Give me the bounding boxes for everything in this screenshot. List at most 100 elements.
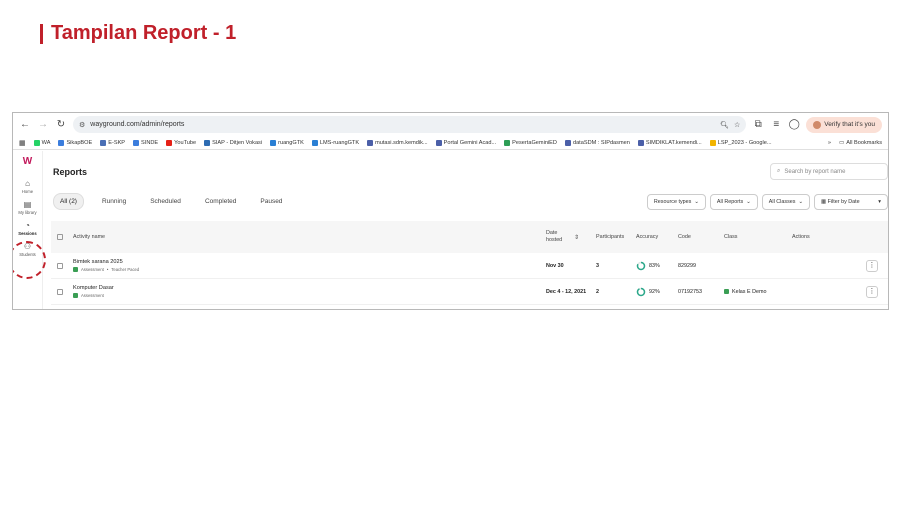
chevron-down-icon: ⌄ bbox=[746, 199, 751, 205]
tab-running[interactable]: Running bbox=[96, 194, 132, 209]
tab-completed[interactable]: Completed bbox=[199, 194, 242, 209]
address-bar[interactable]: ⚙ wayground.com/admin/reports 🔍︎ ☆ bbox=[73, 116, 747, 133]
favicon-icon bbox=[564, 139, 571, 146]
bookmark-item[interactable]: SINDE bbox=[133, 139, 158, 146]
bookmark-item[interactable]: E-SKP bbox=[100, 139, 125, 146]
class-name[interactable]: Kelas E Demo bbox=[732, 289, 766, 295]
bookmark-item[interactable]: YouTube bbox=[166, 139, 196, 146]
bookmark-item[interactable]: LMS-ruangGTK bbox=[311, 139, 359, 146]
reports-main: Reports ⌕ Search by report name All (2) … bbox=[43, 151, 888, 309]
slide-title: Tampilan Report - 1 bbox=[40, 22, 236, 45]
activity-name[interactable]: Komputer Dasar bbox=[73, 285, 546, 291]
page-title: Reports bbox=[53, 167, 88, 177]
search-icon: ⌕ bbox=[777, 168, 781, 174]
verify-label: Verify that it's you bbox=[824, 121, 875, 128]
browser-toolbar: ← → ↻ ⚙ wayground.com/admin/reports 🔍︎ ☆… bbox=[13, 113, 888, 136]
favicon-icon bbox=[33, 139, 40, 146]
favicon-icon bbox=[100, 139, 107, 146]
filter-by-date-dropdown[interactable]: ▦ Filter by Date ▾ bbox=[814, 194, 888, 210]
avatar bbox=[813, 120, 822, 129]
verify-button[interactable]: Verify that it's you bbox=[806, 116, 882, 133]
sessions-highlight-circle bbox=[13, 241, 46, 279]
more-bookmarks-icon[interactable]: » bbox=[828, 140, 831, 146]
date-hosted: Dec 4 - 12, 2021 bbox=[546, 288, 587, 295]
table-row[interactable]: Komputer Dasar Assessment Dec 4 - 12, 20… bbox=[51, 279, 888, 305]
filter-bar: Resource types ⌄ All Reports ⌄ All Classes… bbox=[646, 194, 888, 210]
resource-types-dropdown[interactable]: Resource types ⌄ bbox=[646, 194, 706, 210]
profile-icon[interactable]: ◯ bbox=[788, 119, 800, 131]
class-icon bbox=[724, 289, 729, 294]
more-options-icon[interactable]: ⋮ bbox=[866, 259, 878, 272]
accuracy-ring bbox=[636, 287, 646, 296]
participants-count: 3 bbox=[596, 262, 599, 269]
bookmark-item[interactable]: LSP_2023 - Google... bbox=[709, 139, 772, 146]
library-icon: ▤ bbox=[23, 200, 32, 209]
reload-icon[interactable]: ↻ bbox=[55, 119, 67, 131]
sidebar-item-home[interactable]: ⌂ Home bbox=[22, 179, 33, 194]
apps-icon[interactable]: ▦ bbox=[19, 139, 26, 147]
favicon-icon bbox=[435, 139, 442, 146]
sidebar-item-library[interactable]: ▤ My library bbox=[18, 200, 36, 215]
favicon-icon bbox=[204, 139, 211, 146]
row-checkbox[interactable] bbox=[57, 262, 63, 269]
bookmark-item[interactable]: dataSDM : SIPdasmen bbox=[564, 139, 630, 146]
col-participants: Participants bbox=[596, 234, 625, 240]
sidebar: W ⌂ Home ▤ My library ◔ Sessions ⚇ Stude… bbox=[13, 151, 46, 309]
bookmark-item[interactable]: Portal Gemini Acad... bbox=[435, 139, 496, 146]
tab-all[interactable]: All (2) bbox=[53, 193, 84, 210]
more-options-icon[interactable]: ⋮ bbox=[866, 285, 878, 298]
favicon-icon bbox=[270, 139, 277, 146]
bookmark-item[interactable]: SikapBOE bbox=[58, 139, 92, 146]
drive-icon bbox=[709, 139, 716, 146]
table-header: Activity name Date hosted ⇕ Participants … bbox=[51, 221, 888, 253]
accuracy-ring bbox=[636, 261, 646, 270]
chevron-down-icon: ⌄ bbox=[798, 199, 803, 205]
chevron-down-icon: ⌄ bbox=[694, 199, 699, 205]
all-reports-dropdown[interactable]: All Reports ⌄ bbox=[709, 194, 758, 210]
calendar-icon: ▦ bbox=[821, 199, 827, 205]
date-hosted: Nov 30 bbox=[546, 262, 564, 269]
extensions-icon[interactable]: ⧉ bbox=[752, 119, 764, 131]
favicon-icon bbox=[133, 139, 140, 146]
bookmark-item[interactable]: WA bbox=[33, 139, 50, 146]
select-all-checkbox[interactable] bbox=[57, 234, 63, 240]
bookmark-item[interactable]: SIAP - Ditjen Vokasi bbox=[204, 139, 262, 146]
forward-icon[interactable]: → bbox=[37, 119, 49, 131]
favicon-icon bbox=[637, 139, 644, 146]
bookmark-star-icon[interactable]: ☆ bbox=[734, 121, 740, 129]
bookmark-item[interactable]: PesertaGeminiED bbox=[504, 139, 557, 146]
media-icon[interactable]: ≡ bbox=[770, 119, 782, 131]
favicon-icon bbox=[367, 139, 374, 146]
bookmark-item[interactable]: ruangGTK bbox=[270, 139, 304, 146]
sort-icon: ⇕ bbox=[574, 234, 580, 241]
folder-icon: ▭ bbox=[838, 139, 845, 146]
app-area: W ⌂ Home ▤ My library ◔ Sessions ⚇ Stude… bbox=[13, 151, 888, 309]
col-date[interactable]: Date hosted ⇕ bbox=[546, 230, 596, 244]
all-bookmarks[interactable]: ▭ All Bookmarks bbox=[839, 140, 882, 146]
search-input[interactable]: ⌕ Search by report name bbox=[770, 163, 888, 180]
favicon-icon bbox=[311, 139, 318, 146]
back-icon[interactable]: ← bbox=[19, 119, 31, 131]
col-code: Code bbox=[678, 234, 691, 240]
col-accuracy: Accuracy bbox=[636, 234, 659, 240]
slide-title-text: Tampilan Report - 1 bbox=[51, 22, 237, 44]
sidebar-item-sessions[interactable]: ◔ Sessions bbox=[18, 221, 36, 236]
assessment-icon bbox=[73, 293, 78, 298]
report-tabs: All (2) Running Scheduled Completed Paus… bbox=[53, 193, 288, 210]
wayground-logo-icon[interactable]: W bbox=[21, 157, 35, 167]
activity-name[interactable]: Bimtek sarana 2025 bbox=[73, 259, 546, 265]
bookmark-item[interactable]: mutasi.sdm.kemdik... bbox=[367, 139, 428, 146]
youtube-icon bbox=[166, 139, 173, 146]
bookmark-item[interactable]: SIMDIKLAT.kemendi... bbox=[637, 139, 702, 146]
table-row[interactable]: Bimtek sarana 2025 Assessment • Teacher Pa… bbox=[51, 253, 888, 279]
all-classes-dropdown[interactable]: All Classes ⌄ bbox=[761, 194, 810, 210]
tab-scheduled[interactable]: Scheduled bbox=[144, 194, 187, 209]
zoom-icon[interactable]: 🔍︎ bbox=[720, 121, 729, 129]
accuracy-value: 83% bbox=[649, 262, 660, 269]
participants-count: 2 bbox=[596, 288, 599, 295]
row-checkbox[interactable] bbox=[57, 288, 63, 295]
tab-paused[interactable]: Paused bbox=[254, 194, 288, 209]
site-info-icon[interactable]: ⚙ bbox=[79, 121, 85, 129]
title-accent-bar bbox=[40, 23, 43, 44]
sessions-icon: ◔ bbox=[25, 221, 30, 230]
